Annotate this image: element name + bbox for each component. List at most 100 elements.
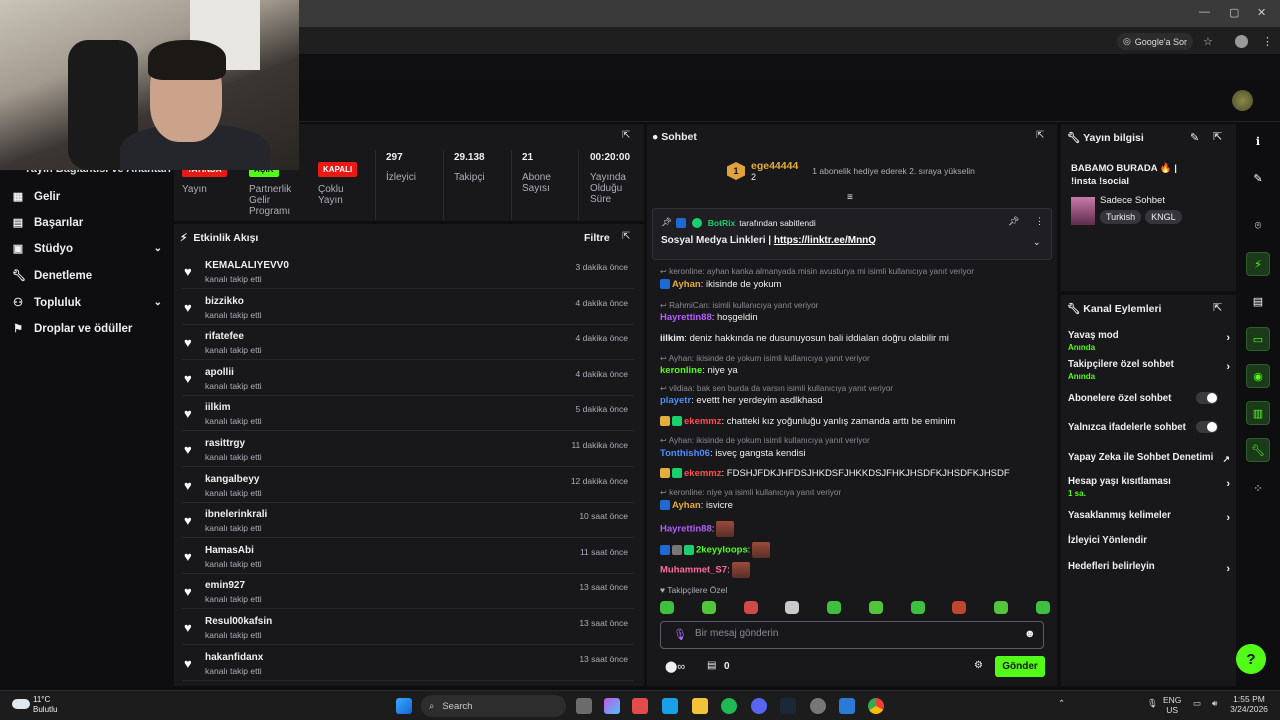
channel-action[interactable]: Yavaş mod Anında › (1068, 330, 1230, 352)
emote-button[interactable] (743, 601, 758, 614)
menu-icon[interactable]: ⋮ (1262, 35, 1273, 48)
capture-icon[interactable]: ⌾ (1246, 214, 1270, 238)
popout-icon[interactable]: ⇱ (1213, 130, 1222, 143)
chat-username[interactable]: Hayrettin88 (660, 312, 712, 323)
info-icon[interactable]: ℹ (1246, 129, 1270, 153)
network-icon[interactable]: ▭ (1193, 698, 1201, 709)
event-user[interactable]: rasittrgy (205, 438, 245, 449)
popout-icon[interactable]: ⇱ (1213, 301, 1222, 314)
emote-button[interactable] (868, 601, 883, 614)
sidebar-item-basarilar[interactable]: ▤ Başarılar (12, 216, 162, 230)
steam-icon[interactable] (780, 698, 796, 714)
chevron-up-icon[interactable]: ⌃ (1058, 698, 1065, 709)
category-name[interactable]: Sadece Sohbet (1100, 195, 1165, 206)
chat-username[interactable]: ekemmz (684, 416, 722, 427)
emote-button[interactable] (827, 601, 842, 614)
channel-action[interactable]: Takipçilere özel sohbet Anında › (1068, 359, 1230, 381)
chat-username[interactable]: ekemmz (684, 468, 722, 479)
event-user[interactable]: Resul00kafsin (205, 616, 272, 627)
sidebar-item-denetleme[interactable]: 🔧︎ Denetleme (12, 269, 162, 283)
more-icon[interactable]: ⋮ (1035, 216, 1044, 227)
pen-icon[interactable]: ✎ (1246, 166, 1270, 190)
chat-username[interactable]: Hayrettin88 (660, 524, 712, 535)
wrench-icon[interactable]: 🔧︎ (1246, 438, 1270, 462)
store-icon[interactable] (632, 698, 648, 714)
help-button[interactable]: ? (1236, 644, 1266, 674)
event-user[interactable]: HamasAbi (205, 545, 254, 556)
chat-message[interactable]: Tonthish06: isveç gangsta kendisi (660, 448, 806, 459)
minimize-icon[interactable]: — (1199, 6, 1210, 18)
tag[interactable]: Turkish (1100, 210, 1142, 224)
event-user[interactable]: hakanfidanx (205, 652, 263, 663)
gift-box-icon[interactable]: ▤ (707, 660, 716, 671)
reply-context[interactable]: ↩ RahmiCan: isimli kullanıcıya yanıt ver… (660, 300, 818, 310)
chat-username[interactable]: Tonthish06 (660, 448, 710, 459)
reply-context[interactable]: ↩ keronline: niye ya isimli kullanıcıya … (660, 487, 841, 497)
pinned-by-user[interactable]: BotRix (708, 218, 735, 228)
emoji-icon[interactable]: ☻ (1024, 628, 1036, 640)
star-icon[interactable]: ☆ (1203, 35, 1213, 48)
broadcast-icon[interactable]: ◉ (1246, 364, 1270, 388)
chat-message[interactable]: ekemmz: chatteki kız yoğunluğu yanlış za… (660, 416, 955, 427)
emote-button[interactable] (701, 601, 716, 614)
event-user[interactable]: KEMALALIYEVV0 (205, 260, 289, 271)
gear-icon[interactable]: ⚙ (974, 660, 983, 671)
event-user[interactable]: iilkim (205, 402, 231, 413)
emote-button[interactable] (660, 601, 674, 614)
sidebar-item-gelir[interactable]: ▦ Gelir (12, 190, 162, 204)
edit-icon[interactable]: ✎ (1190, 131, 1199, 144)
task-view-icon[interactable] (576, 698, 592, 714)
chat-message[interactable]: Hayrettin88: hoşgeldin (660, 312, 758, 323)
emote-button[interactable] (1035, 601, 1050, 614)
event-user[interactable]: kangalbeyy (205, 474, 259, 485)
category-thumbnail[interactable] (1071, 197, 1095, 225)
profile-avatar[interactable] (1235, 35, 1248, 48)
edge-icon[interactable] (662, 698, 678, 714)
chat-username[interactable]: iilkim (660, 333, 684, 344)
maximize-icon[interactable]: ▢ (1229, 6, 1239, 19)
chat-username[interactable]: 2keyyloops (696, 545, 748, 556)
reply-context[interactable]: ↩ vildiaa: bak sen burda da varsın isiml… (660, 383, 893, 393)
toggle-switch[interactable] (1196, 392, 1218, 404)
chat-message[interactable]: Hayrettin88: (660, 521, 735, 537)
chat-username[interactable]: keronline (660, 365, 702, 376)
tag[interactable]: KNGL (1145, 210, 1182, 224)
toggle-switch[interactable] (1196, 421, 1218, 433)
event-user[interactable]: apollii (205, 367, 234, 378)
channel-action[interactable]: Yalnızca ifadelerle sohbet (1068, 421, 1230, 433)
channel-action[interactable]: Yapay Zeka ile Sohbet Denetimi ↗ (1068, 452, 1230, 464)
collapse-icon[interactable]: ≡ (847, 192, 853, 203)
popout-icon[interactable]: ⇱ (1036, 130, 1044, 141)
chat-message[interactable]: Muhammet_S7: (660, 562, 750, 578)
gifter-name[interactable]: ege44444 (751, 160, 798, 172)
chat-username[interactable]: Muhammet_S7 (660, 565, 727, 576)
bolt-icon[interactable]: ⚡︎ (1246, 252, 1270, 276)
popout-icon[interactable]: ⇱ (622, 130, 630, 141)
sidebar-item-topluluk[interactable]: ⚇ Topluluk ⌄ (12, 296, 162, 310)
channel-action[interactable]: Abonelere özel sohbet (1068, 392, 1230, 404)
discord-icon[interactable] (751, 698, 767, 714)
chevron-down-icon[interactable]: ⌄ (1033, 237, 1041, 248)
mic-icon[interactable]: 🎙︎ (1147, 698, 1158, 709)
chat-username[interactable]: playetr (660, 395, 691, 406)
layout-icon[interactable]: ▥ (1246, 401, 1270, 425)
filter-button[interactable]: Filtre (584, 232, 610, 244)
channel-action[interactable]: İzleyici Yönlendir (1068, 535, 1230, 546)
explorer-icon[interactable] (692, 698, 708, 714)
channel-action[interactable]: Hesap yaşı kısıtlaması 1 sa. › (1068, 476, 1230, 498)
message-input-box[interactable]: 🎙︎ ☻ (660, 621, 1044, 649)
channel-action[interactable]: Hedefleri belirleyin › (1068, 561, 1230, 575)
apps-icon[interactable]: ⁘ (1246, 476, 1270, 500)
send-button[interactable]: Gönder (995, 656, 1045, 677)
chat-message[interactable]: Ayhan: isvicre (660, 500, 733, 511)
event-user[interactable]: ibnelerinkrali (205, 509, 267, 520)
event-user[interactable]: bizzikko (205, 296, 244, 307)
emote-button[interactable] (910, 601, 925, 614)
language-indicator[interactable]: ENG US (1163, 695, 1181, 716)
event-user[interactable]: rifatefee (205, 331, 244, 342)
volume-icon[interactable]: 🔊︎ (1212, 698, 1217, 709)
windows-start-icon[interactable] (396, 698, 412, 714)
document-icon[interactable]: ▤ (1246, 289, 1270, 313)
unpin-icon[interactable]: 📌︎ (1008, 216, 1019, 227)
app-icon[interactable] (810, 698, 826, 714)
